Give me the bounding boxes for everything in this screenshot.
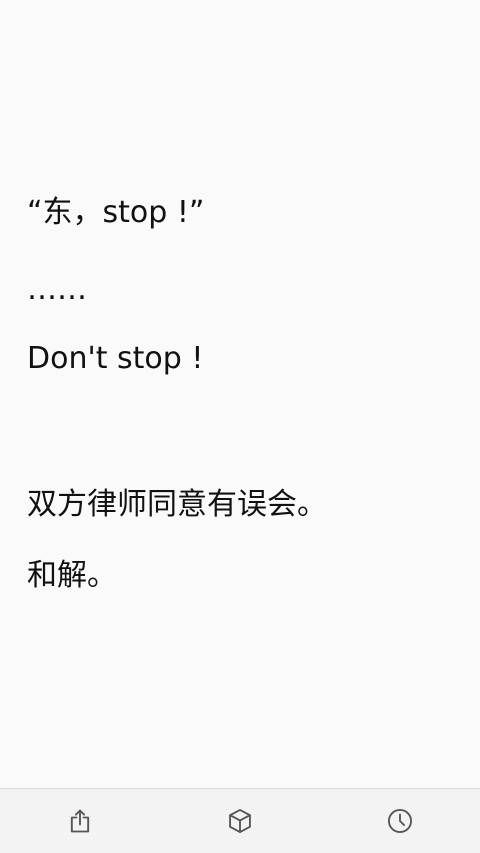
clock-icon: [387, 808, 413, 834]
text-line-2: ……: [27, 272, 87, 307]
bottom-toolbar: [0, 788, 480, 853]
cube-icon: [229, 808, 251, 834]
share-icon: [70, 809, 90, 833]
text-line-4: 双方律师同意有误会。: [27, 487, 327, 522]
text-line-1: “东，stop !”: [27, 195, 205, 230]
share-button[interactable]: [64, 805, 96, 837]
history-button[interactable]: [384, 805, 416, 837]
cube-button[interactable]: [224, 805, 256, 837]
text-line-5: 和解。: [27, 558, 117, 593]
text-line-3: Don't stop !: [27, 341, 204, 376]
